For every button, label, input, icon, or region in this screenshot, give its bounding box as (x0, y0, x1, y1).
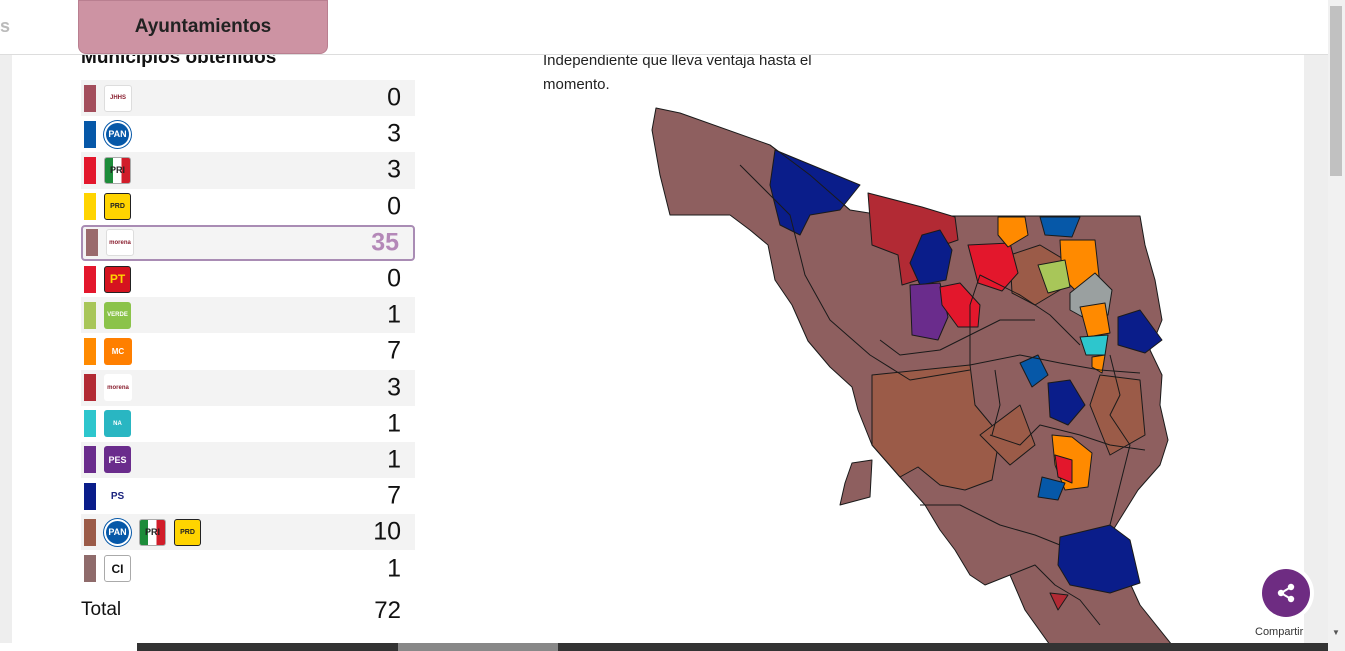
scroll-down-arrow-icon[interactable]: ▼ (1332, 628, 1340, 637)
party-row[interactable]: PES 1 (81, 441, 415, 479)
pes-logo-icon: PES (104, 446, 131, 474)
total-row: Total 72 (81, 595, 415, 631)
tab-ayuntamientos[interactable]: Ayuntamientos (78, 0, 328, 54)
party-color-swatch (84, 555, 96, 583)
municipality-count: 3 (387, 119, 401, 148)
party-results-list: JHHS 0 PAN 3 PRI 3 PRD 0 morena 35 PT 0 (81, 80, 415, 587)
share-icon (1277, 583, 1295, 603)
municipality-count: 1 (387, 554, 401, 583)
party-row[interactable]: PAN PRI PRD 10 (81, 514, 415, 551)
party-row[interactable]: PS 7 (81, 478, 415, 514)
pan-logo-icon: PAN (104, 120, 131, 148)
party-row[interactable]: NA 1 (81, 406, 415, 442)
share-label: Compartir (1255, 626, 1304, 638)
municipality-count: 1 (387, 409, 401, 438)
party-color-swatch (84, 84, 96, 112)
map-description-line: Independiente que lleva ventaja hasta el (543, 55, 812, 69)
total-label: Total (81, 599, 122, 620)
party-color-swatch (86, 229, 98, 257)
mc-logo-icon: MC (104, 337, 132, 365)
scrollbar-thumb[interactable] (1330, 6, 1342, 176)
party-row[interactable]: PRI 3 (81, 152, 415, 189)
party-row-selected[interactable]: morena 35 (81, 224, 415, 261)
municipality-count: 10 (373, 517, 401, 546)
map-description-line: momento. (543, 76, 610, 93)
coalition-logo-icon: JHHS (104, 84, 132, 112)
pt-logo-icon: PT (104, 265, 131, 293)
municipality-count: 7 (387, 481, 401, 510)
party-color-swatch (84, 193, 96, 221)
tab-previous[interactable]: s (0, 16, 10, 37)
party-color-swatch (84, 482, 96, 510)
party-color-swatch (84, 156, 96, 184)
municipality-count: 1 (387, 445, 401, 474)
municipality-count: 35 (371, 228, 399, 257)
ps-logo-icon: PS (104, 482, 131, 510)
morena-logo-icon: morena (104, 374, 132, 402)
total-value: 72 (374, 597, 401, 624)
map-region-island (839, 459, 873, 506)
municipality-count: 1 (387, 300, 401, 329)
panal-logo-icon: NA (104, 410, 131, 438)
municipality-count: 3 (387, 155, 401, 184)
scrollbar-left-edge (0, 643, 137, 651)
party-color-swatch (84, 337, 96, 365)
party-row[interactable]: CI 1 (81, 550, 415, 586)
municipality-count: 0 (387, 192, 401, 221)
party-row[interactable]: MC 7 (81, 333, 415, 369)
prd-logo-icon: PRD (104, 193, 131, 221)
verde-logo-icon: VERDE (104, 301, 131, 329)
share-button[interactable] (1262, 569, 1310, 617)
vertical-scrollbar[interactable]: ▼ (1328, 0, 1345, 651)
horizontal-scrollbar[interactable] (0, 643, 1328, 651)
section-title: Municipios obtenidos (81, 55, 277, 68)
map-region-ps (1057, 524, 1141, 594)
morena-coalition-logo-icon: morena (106, 229, 134, 257)
party-color-swatch (84, 374, 96, 402)
party-row[interactable]: JHHS 0 (81, 80, 415, 117)
sonora-municipalities-map[interactable] (640, 105, 1180, 643)
results-panel: Municipios obtenidos JHHS 0 PAN 3 PRI 3 … (12, 55, 1304, 643)
horizontal-scrollbar-thumb[interactable] (398, 643, 558, 651)
municipality-count: 0 (387, 83, 401, 112)
pri-logo-icon: PRI (139, 518, 166, 546)
party-color-swatch (84, 120, 96, 148)
party-row[interactable]: VERDE 1 (81, 297, 415, 334)
ci-logo-icon: CI (104, 555, 131, 583)
party-color-swatch (84, 301, 96, 329)
party-color-swatch (84, 410, 96, 438)
party-color-swatch (84, 265, 96, 293)
municipality-count: 0 (387, 264, 401, 293)
top-navigation-bar: s Ayuntamientos (0, 0, 1328, 55)
municipality-count: 7 (387, 336, 401, 365)
party-row[interactable]: PT 0 (81, 261, 415, 297)
party-color-swatch (84, 446, 96, 474)
pri-logo-icon: PRI (104, 156, 131, 184)
prd-logo-icon: PRD (174, 518, 201, 546)
party-row[interactable]: morena 3 (81, 369, 415, 406)
pan-logo-icon: PAN (104, 518, 131, 546)
party-color-swatch (84, 518, 96, 546)
party-row[interactable]: PRD 0 (81, 189, 415, 225)
party-row[interactable]: PAN 3 (81, 116, 415, 152)
map-description: Independiente que lleva ventaja hasta el… (543, 55, 843, 97)
municipality-count: 3 (387, 373, 401, 402)
